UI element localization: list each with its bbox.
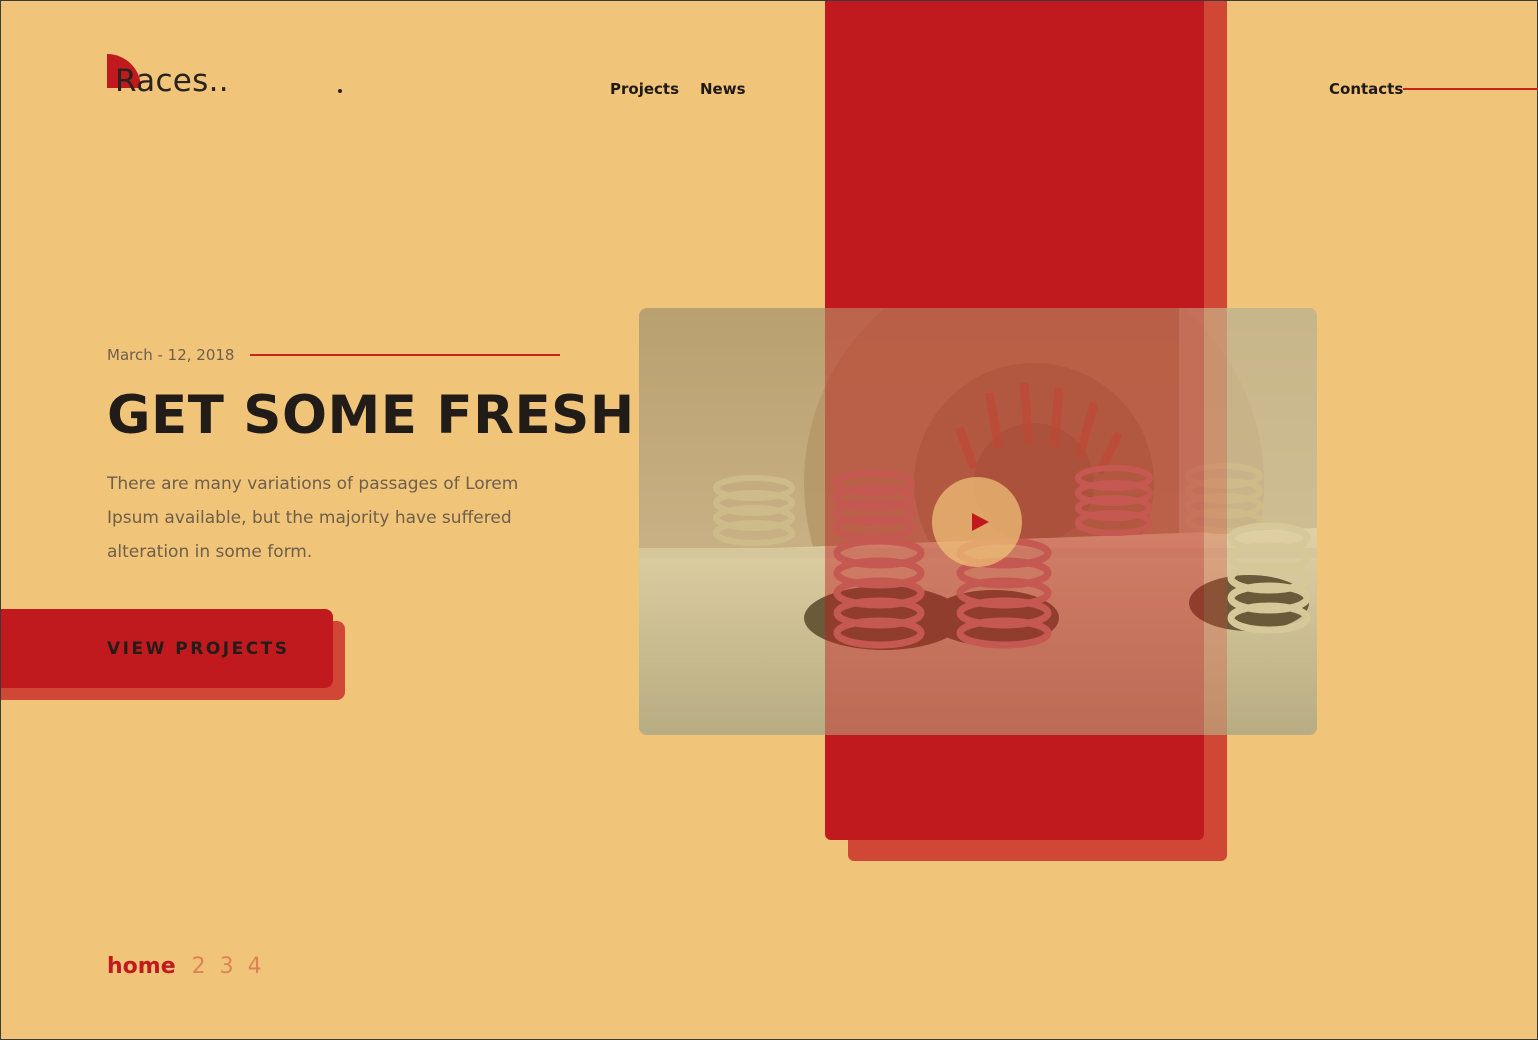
pager-home[interactable]: home <box>107 954 176 979</box>
date-divider <box>250 354 560 356</box>
play-icon <box>972 513 989 531</box>
nav-projects[interactable]: Projects <box>610 80 679 98</box>
page-indicator: home 2 3 4 <box>107 953 276 981</box>
hero-description: There are many variations of passages of… <box>107 474 519 562</box>
nav-news[interactable]: News <box>700 80 746 98</box>
contacts-underline <box>1403 88 1538 90</box>
view-projects-button[interactable]: VIEW PROJECTS <box>1 609 333 688</box>
post-date: March - 12, 2018 <box>107 346 235 364</box>
view-projects-label: VIEW PROJECTS <box>107 639 290 659</box>
pager-3[interactable]: 3 <box>220 954 234 979</box>
hero-title: GET SOME FRESH <box>107 385 635 446</box>
nav-contacts[interactable]: Contacts <box>1329 80 1403 98</box>
play-button[interactable] <box>932 477 1022 567</box>
decorative-dot <box>338 89 342 93</box>
logo[interactable]: Races.. <box>115 61 229 101</box>
pager-4[interactable]: 4 <box>248 954 262 979</box>
pager-2[interactable]: 2 <box>192 954 206 979</box>
